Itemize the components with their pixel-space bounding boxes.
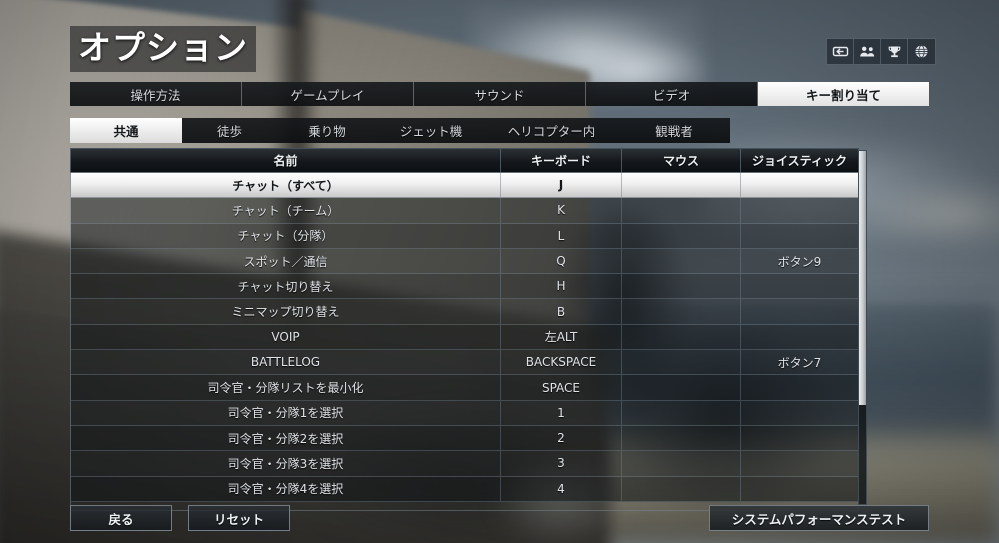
cell-mouse[interactable] [622,248,741,274]
cell-mouse[interactable] [622,375,741,400]
table-row[interactable]: チャット切り替え H [71,274,858,300]
table-row[interactable]: 司令官・分隊3を選択 3 [71,451,858,477]
options-ui-overlay: オプション 操作方法 ゲームプレイ サウンド ビデオ キー割り当て 共通 徒歩 … [0,0,999,543]
cell-name: チャット切り替え [71,274,501,299]
cell-keyboard[interactable]: SPACE [501,375,622,400]
column-header-mouse: マウス [622,149,741,172]
trophy-icon[interactable] [881,39,908,64]
subtab-vehicle[interactable]: 乗り物 [277,118,377,143]
cell-mouse[interactable] [622,350,741,375]
cell-name: チャット（分隊） [71,223,501,248]
cell-joystick[interactable]: ボタン9 [741,249,858,273]
cell-mouse[interactable] [622,223,741,248]
subtab-spectator[interactable]: 観戦者 [618,118,730,143]
cell-joystick[interactable] [741,325,858,349]
table-row[interactable]: スポット／通信 Q ボタン9 [71,248,858,275]
table-body: チャット（すべて） J チャット（チーム） K チャット（分隊） L スポット／通信 Q ボタン… [70,173,859,511]
subtab-on-foot[interactable]: 徒歩 [182,118,277,143]
tab-video[interactable]: ビデオ [586,82,758,106]
cell-keyboard[interactable]: 4 [501,476,622,501]
cell-joystick[interactable] [741,173,858,197]
cell-joystick[interactable] [741,451,858,475]
cell-mouse[interactable] [622,425,741,451]
back-button[interactable]: 戻る [70,505,172,531]
column-header-joystick: ジョイスティック [752,154,847,168]
keybinding-table: 名前 キーボード マウス ジョイスティック チャット（すべて） J チャット（チーム… [70,148,859,511]
cell-name: BATTLELOG [71,350,501,375]
cell-joystick[interactable] [741,274,858,298]
tab-gameplay[interactable]: ゲームプレイ [242,82,414,106]
subtab-helicopter[interactable]: ヘリコプター内 [485,118,618,143]
cell-joystick[interactable] [741,477,858,501]
cell-joystick[interactable] [741,426,858,450]
table-scrollbar[interactable] [858,150,867,505]
table-row[interactable]: チャット（分隊） L [71,223,858,249]
tab-sound[interactable]: サウンド [414,82,586,106]
cell-mouse[interactable] [622,400,741,425]
cell-keyboard[interactable]: K [501,198,622,223]
cell-keyboard[interactable]: 左ALT [501,324,622,350]
cell-mouse[interactable] [622,476,741,501]
table-row[interactable]: 司令官・分隊リストを最小化 SPACE [71,375,858,401]
cell-joystick[interactable]: ボタン7 [741,350,858,374]
column-header-keyboard: キーボード [501,149,622,172]
cell-name: 司令官・分隊3を選択 [71,451,501,476]
cell-name: 司令官・分隊4を選択 [71,476,501,501]
top-right-icon-bar [826,38,936,65]
subtab-jet[interactable]: ジェット機 [377,118,485,143]
table-row[interactable]: 司令官・分隊2を選択 2 [71,425,858,452]
cell-mouse[interactable] [622,198,741,223]
cell-joystick[interactable] [741,375,858,399]
cell-joystick[interactable] [741,198,858,222]
cell-joystick[interactable] [741,299,858,323]
cell-mouse[interactable] [622,451,741,476]
table-row[interactable]: 司令官・分隊1を選択 1 [71,400,858,426]
cell-name: 司令官・分隊1を選択 [71,400,501,425]
cell-keyboard[interactable]: 3 [501,451,622,476]
cell-keyboard[interactable]: H [501,274,622,299]
cell-keyboard[interactable]: 2 [501,425,622,451]
friends-icon[interactable] [854,39,881,64]
column-header-name: 名前 [71,149,501,172]
cell-keyboard[interactable]: B [501,299,622,324]
cell-joystick[interactable] [741,224,858,248]
table-row[interactable]: チャット（チーム） K [71,198,858,224]
game-options-screen: オプション 操作方法 ゲームプレイ サウンド ビデオ キー割り当て 共通 徒歩 … [0,0,999,543]
cell-mouse[interactable] [622,173,741,198]
performance-test-button[interactable]: システムパフォーマンステスト [709,505,929,531]
back-arrow-icon[interactable] [827,39,854,64]
cell-name: 司令官・分隊2を選択 [71,425,501,451]
globe-icon[interactable] [908,39,935,64]
cell-name: 司令官・分隊リストを最小化 [71,375,501,400]
tab-keybindings[interactable]: キー割り当て [758,82,929,106]
table-row[interactable]: チャット（すべて） J [71,173,858,199]
cell-keyboard[interactable]: J [501,173,622,198]
reset-button[interactable]: リセット [188,505,290,531]
main-tab-bar: 操作方法 ゲームプレイ サウンド ビデオ キー割り当て [70,82,929,106]
cell-keyboard[interactable]: 1 [501,400,622,425]
table-row[interactable]: ミニマップ切り替え B [71,299,858,325]
subtab-common[interactable]: 共通 [70,118,182,143]
cell-name: VOIP [71,324,501,350]
cell-keyboard[interactable]: BACKSPACE [501,350,622,375]
table-row[interactable]: BATTLELOG BACKSPACE ボタン7 [71,350,858,376]
cell-mouse[interactable] [622,324,741,350]
table-row[interactable]: VOIP 左ALT [71,324,858,351]
cell-name: スポット／通信 [71,248,501,274]
scrollbar-thumb[interactable] [859,151,866,406]
cell-keyboard[interactable]: Q [501,248,622,274]
cell-name: チャット（チーム） [71,198,501,223]
page-title: オプション [70,26,256,72]
cell-mouse[interactable] [622,299,741,324]
table-header-row: 名前 キーボード マウス ジョイスティック [70,148,859,173]
cell-name: チャット（すべて） [71,173,501,198]
cell-keyboard[interactable]: L [501,223,622,248]
cell-joystick[interactable] [741,401,858,425]
cell-mouse[interactable] [622,274,741,299]
tab-controls[interactable]: 操作方法 [70,82,242,106]
cell-name: ミニマップ切り替え [71,299,501,324]
table-row[interactable]: 司令官・分隊4を選択 4 [71,476,858,502]
sub-tab-bar: 共通 徒歩 乗り物 ジェット機 ヘリコプター内 観戦者 [70,118,730,143]
